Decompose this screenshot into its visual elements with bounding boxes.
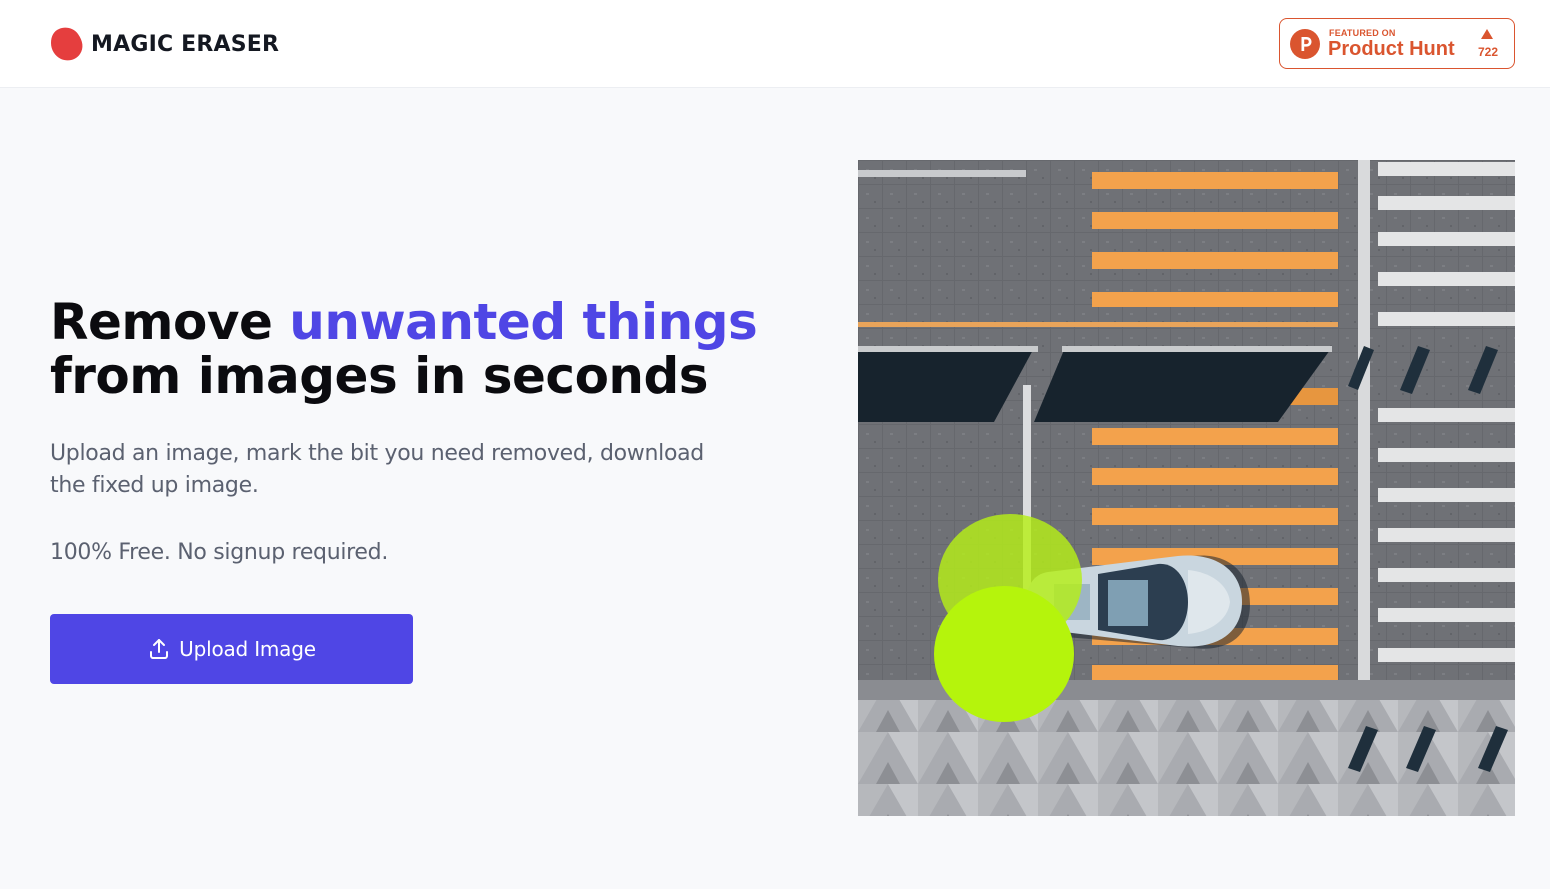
upload-icon [150,639,169,659]
upload-image-button[interactable]: Upload Image [50,614,413,684]
hero-title: Remove unwanted things from images in sec… [50,295,770,403]
free-note: 100% Free. No signup required. [50,540,389,565]
eraser-brush-marks [934,514,1082,722]
site-header: MAGIC ERASER FEATURED ON Product Hunt 72… [0,0,1550,88]
upload-button-label: Upload Image [179,637,316,661]
hero-title-part2: from images in seconds [50,347,709,405]
demo-image-aerial-crosswalk [858,160,1515,816]
product-hunt-logo-icon [1290,29,1320,59]
upvote-triangle-icon [1481,29,1493,39]
hero-description: Upload an image, mark the bit you need r… [50,441,704,498]
ph-upvote-count: 722 [1477,45,1499,59]
hero-title-part1: Remove [50,293,290,351]
ph-featured-label: FEATURED ON [1329,28,1396,38]
brand-name: MAGIC ERASER [91,31,280,57]
brand-logo[interactable]: MAGIC ERASER [50,26,279,62]
hero-title-accent: unwanted things [289,293,758,351]
ph-product-name: Product Hunt [1328,38,1455,60]
product-hunt-badge[interactable]: FEATURED ON Product Hunt 722 [1279,18,1515,69]
red-blob-icon [51,27,83,61]
